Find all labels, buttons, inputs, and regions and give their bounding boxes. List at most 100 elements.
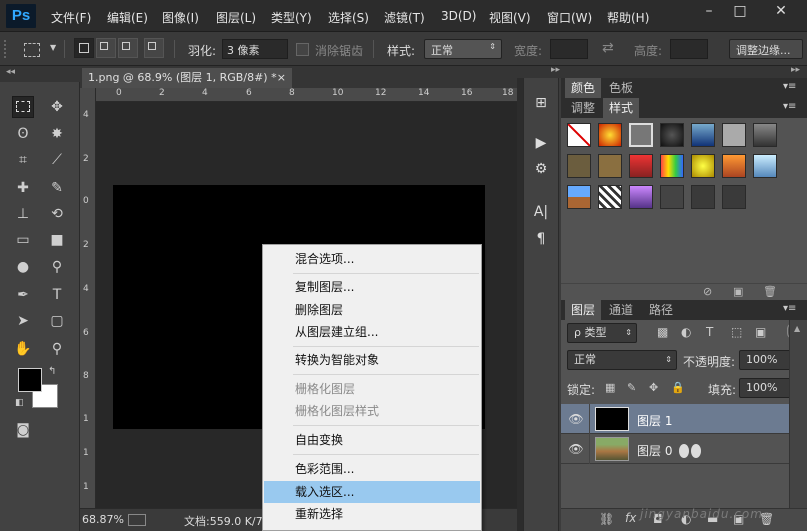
tab-color[interactable]: 颜色 — [565, 78, 602, 98]
close-tab-icon[interactable]: × — [277, 68, 286, 88]
lock-position-icon[interactable]: ✥ — [649, 381, 658, 394]
menu-layer[interactable]: 图层(L) — [216, 9, 256, 26]
layer-filter-select[interactable]: ρ 类型 ⇕ — [567, 323, 637, 343]
style-swatch[interactable] — [598, 123, 622, 147]
menu-item-rasterize-layer[interactable]: 栅格化图层 — [263, 378, 481, 400]
layer-row[interactable]: 👁 图层 0 — [561, 434, 789, 464]
height-input[interactable] — [670, 39, 708, 59]
tab-swatches[interactable]: 色板 — [603, 78, 639, 98]
panel-menu-icon[interactable]: ▾≡ — [783, 101, 796, 112]
menu-item-group-from-layers[interactable]: 从图层建立组... — [263, 321, 481, 343]
eyedropper-tool-icon[interactable]: ⟋ — [46, 149, 68, 171]
filter-pixel-icon[interactable]: ▩ — [657, 325, 668, 339]
grip-handle[interactable] — [4, 40, 10, 58]
crop-tool-icon[interactable]: ⌗ — [12, 149, 34, 171]
style-swatch[interactable] — [598, 185, 622, 209]
character-panel-icon[interactable]: A| — [530, 201, 552, 223]
healing-brush-tool-icon[interactable]: ✚ — [12, 177, 34, 199]
style-swatch[interactable] — [629, 154, 653, 178]
width-input[interactable] — [550, 39, 588, 59]
menu-file[interactable]: 文件(F) — [51, 9, 91, 26]
fx-icon[interactable]: fx — [625, 511, 636, 525]
rectangle-tool-icon[interactable]: ▢ — [46, 310, 68, 332]
eraser-tool-icon[interactable]: ▭ — [12, 229, 34, 251]
menu-view[interactable]: 视图(V) — [489, 9, 531, 26]
lock-pixels-icon[interactable]: ✎ — [627, 381, 636, 394]
style-swatch[interactable] — [567, 185, 591, 209]
intersect-selection-button[interactable] — [144, 38, 164, 58]
paragraph-panel-icon[interactable]: ¶ — [530, 228, 552, 250]
collapse-icon[interactable]: ◂◂ — [6, 67, 15, 77]
layer-row[interactable]: 👁 图层 1 — [561, 404, 789, 434]
menu-help[interactable]: 帮助(H) — [607, 9, 649, 26]
antialias-checkbox[interactable] — [296, 43, 309, 56]
menu-item-reselect[interactable]: 重新选择 — [263, 503, 481, 525]
status-menu-icon[interactable] — [128, 514, 146, 526]
path-selection-tool-icon[interactable]: ➤ — [12, 310, 34, 332]
rect-marquee-tool-icon[interactable] — [12, 96, 34, 118]
menu-item-free-transform[interactable]: 自由变换 — [263, 429, 481, 451]
blend-mode-select[interactable]: 正常 ⇕ — [567, 350, 677, 370]
style-swatch[interactable] — [722, 154, 746, 178]
delete-style-icon[interactable]: 🗑 — [763, 285, 777, 298]
lasso-tool-icon[interactable]: ʘ — [12, 123, 34, 145]
history-brush-tool-icon[interactable]: ⟲ — [46, 203, 68, 225]
tab-channels[interactable]: 通道 — [603, 300, 639, 320]
zoom-tool-icon[interactable]: ⚲ — [46, 338, 68, 360]
magic-wand-tool-icon[interactable]: ✸ — [46, 123, 68, 145]
tab-paths[interactable]: 路径 — [643, 300, 679, 320]
style-swatch[interactable] — [598, 154, 622, 178]
brush-tool-icon[interactable]: ✎ — [46, 177, 68, 199]
menu-image[interactable]: 图像(I) — [162, 9, 199, 26]
properties-panel-icon[interactable]: ⚙ — [530, 158, 552, 180]
style-swatch[interactable] — [753, 123, 777, 147]
marquee-preset-icon[interactable] — [24, 43, 40, 57]
style-swatch[interactable] — [722, 123, 746, 147]
filter-type-icon[interactable]: T — [706, 325, 713, 339]
expand-icon[interactable]: ▸▸ — [551, 65, 560, 75]
menu-item-blending-options[interactable]: 混合选项... — [263, 248, 481, 270]
tab-adjustments[interactable]: 调整 — [565, 98, 601, 118]
layer-name[interactable]: 图层 1 — [637, 412, 672, 429]
history-panel-icon[interactable]: ⊞ — [530, 92, 552, 114]
style-swatch[interactable] — [629, 123, 653, 147]
swap-colors-icon[interactable]: ↰ — [48, 366, 56, 377]
style-swatch[interactable] — [691, 154, 715, 178]
menu-item-rasterize-layer-style[interactable]: 栅格化图层样式 — [263, 400, 481, 422]
menu-item-load-selection[interactable]: 载入选区... — [264, 481, 480, 503]
type-tool-icon[interactable]: T — [46, 284, 68, 306]
lock-all-icon[interactable]: 🔒 — [671, 381, 685, 394]
tab-layers[interactable]: 图层 — [565, 300, 602, 320]
style-swatch[interactable] — [660, 123, 684, 147]
style-swatch[interactable] — [722, 185, 746, 209]
menu-type[interactable]: 类型(Y) — [271, 9, 312, 26]
lock-transparent-icon[interactable]: ▦ — [605, 381, 615, 394]
quick-mask-icon[interactable]: ◙ — [12, 419, 34, 441]
menu-window[interactable]: 窗口(W) — [547, 9, 592, 26]
menu-item-duplicate-layer[interactable]: 复制图层... — [263, 276, 481, 298]
style-swatch[interactable] — [567, 154, 591, 178]
layers-scrollbar[interactable]: ▲ — [789, 320, 807, 508]
clone-stamp-tool-icon[interactable]: ⊥ — [12, 203, 34, 225]
style-swatch[interactable] — [691, 185, 715, 209]
actions-play-icon[interactable]: ▶ — [530, 132, 552, 154]
add-selection-button[interactable] — [96, 38, 116, 58]
hand-tool-icon[interactable]: ✋ — [12, 338, 34, 360]
maximize-button[interactable]: □ — [725, 0, 755, 24]
style-none-swatch[interactable] — [567, 123, 591, 147]
scroll-up-icon[interactable]: ▲ — [794, 324, 800, 333]
style-swatch[interactable] — [691, 123, 715, 147]
vertical-ruler[interactable]: 4 2 0 2 4 6 8 1 1 1 — [80, 88, 96, 508]
style-swatch[interactable] — [660, 154, 684, 178]
menu-item-delete-layer[interactable]: 删除图层 — [263, 299, 481, 321]
zoom-level[interactable]: 68.87% — [82, 513, 124, 526]
filter-smart-object-icon[interactable]: ▣ — [755, 325, 766, 339]
refine-edge-button[interactable]: 调整边缘... — [729, 39, 803, 59]
move-tool-icon[interactable]: ✥ — [46, 96, 68, 118]
menu-filter[interactable]: 滤镜(T) — [384, 9, 425, 26]
horizontal-ruler[interactable]: 0 2 4 6 8 10 12 14 16 18 — [96, 88, 517, 102]
tab-styles[interactable]: 样式 — [603, 98, 640, 118]
style-swatch[interactable] — [753, 154, 777, 178]
layer-name[interactable]: 图层 0 — [637, 442, 672, 459]
menu-item-color-range[interactable]: 色彩范围... — [263, 458, 481, 480]
